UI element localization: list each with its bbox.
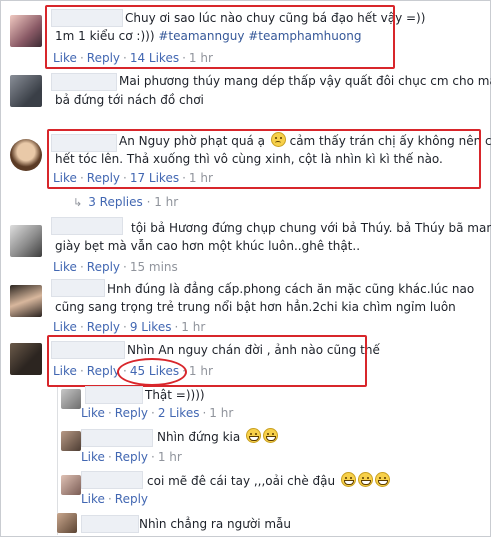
grinning-face-icon xyxy=(340,472,356,487)
grinning-face-icon xyxy=(263,428,279,443)
reply-actions: Like · Reply xyxy=(81,492,148,506)
commenter-name-redacted[interactable] xyxy=(81,471,143,489)
like-count[interactable]: 9 Likes xyxy=(130,320,172,334)
reply-actions: Like · Reply · 1 hr xyxy=(81,450,182,464)
timestamp: 1 hr xyxy=(154,195,179,209)
grinning-face-icon xyxy=(357,472,373,487)
highlight-oval xyxy=(117,358,187,386)
reply-text: Nhìn đứng kia xyxy=(157,428,279,446)
comment-text: Hnh đúng là đẳng cấp.phong cách ăn mặc c… xyxy=(107,282,475,296)
avatar[interactable] xyxy=(10,75,42,107)
reply-text: Nhìn chẳng ra người mẫu xyxy=(139,517,291,531)
avatar[interactable] xyxy=(10,285,42,317)
like-button[interactable]: Like xyxy=(53,320,77,334)
comment-text: cũng sang trọng trẻ trung nổi bật hơn hẳ… xyxy=(55,300,456,314)
reply-button[interactable]: Reply xyxy=(115,406,148,420)
reply-button[interactable]: Reply xyxy=(87,260,120,274)
comment-actions: Like · Reply · 15 mins xyxy=(53,260,178,274)
reply-text: coi mẽ đê cái tay ,,,oải chè đậu xyxy=(147,472,390,490)
avatar[interactable] xyxy=(10,139,42,171)
timestamp[interactable]: 15 mins xyxy=(130,260,178,274)
like-button[interactable]: Like xyxy=(81,492,105,506)
avatar[interactable] xyxy=(10,15,42,47)
highlight-box xyxy=(47,129,481,189)
avatar[interactable] xyxy=(10,343,42,375)
highlight-box xyxy=(47,335,367,387)
reply-button[interactable]: Reply xyxy=(115,492,148,506)
avatar[interactable] xyxy=(61,389,81,409)
like-button[interactable]: Like xyxy=(53,260,77,274)
view-replies-link[interactable]: ↳ 3 Replies · 1 hr xyxy=(73,194,178,211)
commenter-name-redacted[interactable] xyxy=(51,217,123,235)
comment-actions: Like · Reply · 9 Likes · 1 hr xyxy=(53,320,206,334)
comment-text: giày bẹt mà vẫn cao hơn một khúc luôn..g… xyxy=(55,239,361,253)
like-button[interactable]: Like xyxy=(81,450,105,464)
reply-text: Thật =)))) xyxy=(145,388,205,402)
commenter-name-redacted[interactable] xyxy=(81,515,139,533)
timestamp[interactable]: 1 hr xyxy=(158,450,182,464)
grinning-face-icon xyxy=(246,428,262,443)
avatar[interactable] xyxy=(10,225,42,257)
comment-text: bả đứng tới nách đồ chơi xyxy=(55,93,204,107)
highlight-box xyxy=(45,5,395,69)
timestamp[interactable]: 1 hr xyxy=(209,406,233,420)
like-button[interactable]: Like xyxy=(81,406,105,420)
comment-text: tội bả Hương đứng chụp chung với bả Thúy… xyxy=(131,221,491,235)
timestamp[interactable]: 1 hr xyxy=(181,320,205,334)
commenter-name-redacted[interactable] xyxy=(51,279,105,297)
reply-actions: Like · Reply · 2 Likes · 1 hr xyxy=(81,406,234,420)
comment-text: Mai phương thúy mang dép thấp vậy quất đ… xyxy=(119,74,491,88)
grinning-face-icon xyxy=(374,472,390,487)
reply-button[interactable]: Reply xyxy=(87,320,120,334)
reply-arrow-icon: ↳ xyxy=(73,196,83,209)
comment-feed: Chuy ơi sao lúc nào chuy cũng bá đạo hết… xyxy=(0,0,491,537)
commenter-name-redacted[interactable] xyxy=(85,386,143,404)
avatar[interactable] xyxy=(61,475,81,495)
avatar[interactable] xyxy=(57,513,77,533)
reply-button[interactable]: Reply xyxy=(115,450,148,464)
avatar[interactable] xyxy=(61,431,81,451)
like-count[interactable]: 2 Likes xyxy=(158,406,200,420)
commenter-name-redacted[interactable] xyxy=(51,73,117,91)
commenter-name-redacted[interactable] xyxy=(81,429,153,447)
